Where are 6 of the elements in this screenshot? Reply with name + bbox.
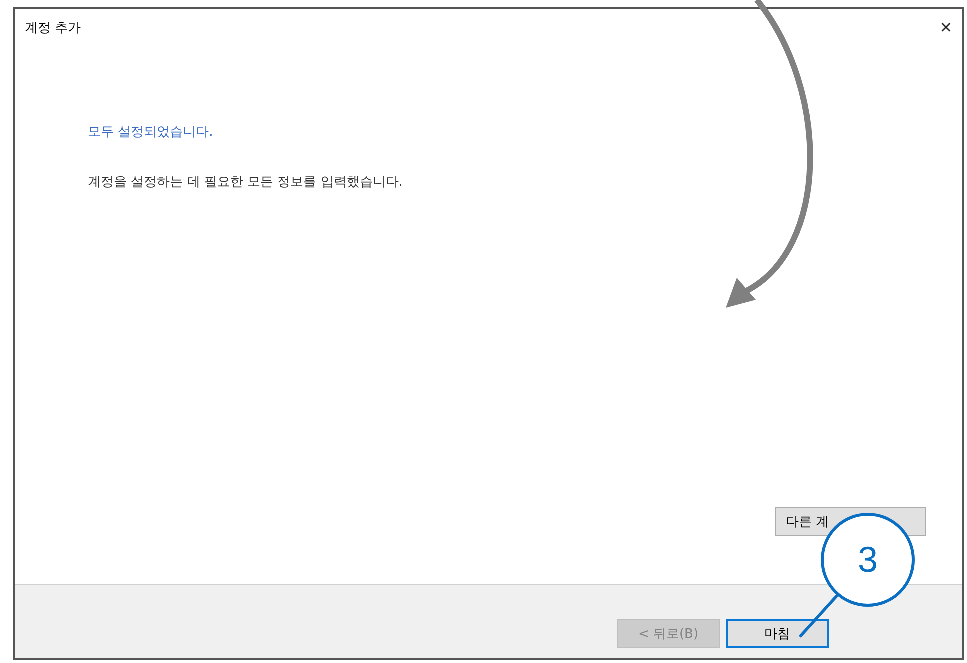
leader-line — [798, 594, 840, 638]
finish-button[interactable]: 마침 — [726, 619, 829, 648]
window-title: 계정 추가 — [25, 20, 82, 37]
message-text: 계정을 설정하는 데 필요한 모든 정보를 입력했습니다. — [88, 174, 404, 191]
close-button[interactable]: × — [936, 18, 956, 38]
heading: 모두 설정되었습니다. — [88, 124, 214, 141]
